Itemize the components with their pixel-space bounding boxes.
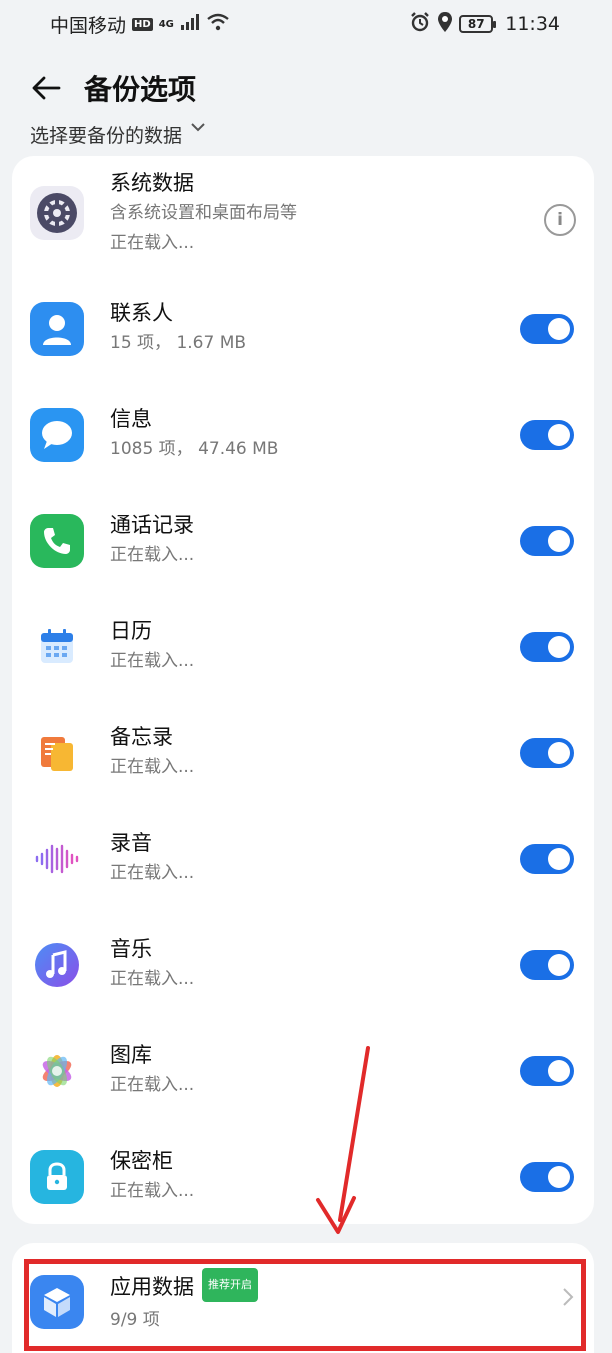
item-subtitle: 正在载入... — [110, 1181, 195, 1201]
messages-toggle[interactable] — [520, 420, 574, 450]
contacts-toggle[interactable] — [520, 314, 574, 344]
messages-text: 信息 1085 项， 47.46 MB — [110, 404, 278, 464]
music-icon — [30, 938, 84, 992]
list-item-calendar[interactable]: 日历 正在载入... — [12, 594, 594, 700]
notes-icon — [30, 726, 84, 780]
gallery-toggle[interactable] — [520, 1056, 574, 1086]
location-icon — [437, 11, 453, 38]
list-item-app-data[interactable]: 应用数据 推荐开启 9/9 项 — [12, 1243, 594, 1353]
music-toggle[interactable] — [520, 950, 574, 980]
item-subtitle: 正在载入... — [110, 1075, 195, 1095]
app-data-title: 应用数据 — [110, 1275, 194, 1299]
list-item-safe[interactable]: 保密柜 正在载入... — [12, 1124, 594, 1230]
item-title: 联系人 — [110, 301, 173, 325]
item-title: 音乐 — [110, 937, 152, 961]
notes-text: 备忘录 正在载入... — [110, 722, 194, 782]
list-item-recorder[interactable]: 录音 正在载入... — [12, 806, 594, 912]
item-title: 图库 — [110, 1043, 152, 1067]
status-bar: 中国移动 HD 4G 87 11:34 — [0, 0, 612, 48]
info-icon[interactable]: i — [544, 204, 576, 236]
list-item-contacts[interactable]: 联系人 15 项， 1.67 MB — [12, 276, 594, 382]
list-item-music[interactable]: 音乐 正在载入... — [12, 912, 594, 1018]
item-subtitle: 正在载入... — [110, 651, 195, 671]
phone-icon — [30, 514, 84, 568]
safe-text: 保密柜 正在载入... — [110, 1146, 194, 1206]
recorder-toggle[interactable] — [520, 844, 574, 874]
list-item-system-data[interactable]: 系统数据 含系统设置和桌面布局等 正在载入... i — [12, 160, 594, 276]
call-log-toggle[interactable] — [520, 526, 574, 556]
calendar-text: 日历 正在载入... — [110, 616, 194, 676]
battery-indicator: 87 — [459, 15, 497, 33]
status-time: 11:34 — [505, 13, 560, 35]
messages-icon — [30, 408, 84, 462]
page-title: 备份选项 — [84, 73, 197, 106]
calendar-toggle[interactable] — [520, 632, 574, 662]
item-subtitle: 正在载入... — [110, 969, 195, 989]
wifi-icon — [206, 13, 230, 36]
system-data-text: 系统数据 含系统设置和桌面布局等 正在载入... — [110, 168, 297, 258]
item-title: 通话记录 — [110, 513, 194, 537]
item-title: 保密柜 — [110, 1149, 173, 1173]
back-arrow-icon[interactable] — [28, 70, 64, 106]
list-item-gallery[interactable]: 图库 正在载入... — [12, 1018, 594, 1124]
recorder-text: 录音 正在载入... — [110, 828, 194, 888]
gallery-text: 图库 正在载入... — [110, 1040, 194, 1100]
item-subtitle: 9/9 项 — [110, 1310, 160, 1330]
chevron-down-icon — [190, 115, 206, 137]
system-data-icon — [30, 186, 84, 240]
gallery-icon — [30, 1044, 84, 1098]
item-subtitle: 含系统设置和桌面布局等 — [110, 203, 297, 223]
calendar-icon — [30, 620, 84, 674]
safe-toggle[interactable] — [520, 1162, 574, 1192]
notes-toggle[interactable] — [520, 738, 574, 768]
chevron-right-icon — [562, 1287, 574, 1311]
app-data-icon — [30, 1275, 84, 1329]
item-subtitle: 正在载入... — [110, 545, 195, 565]
item-title: 日历 — [110, 619, 152, 643]
list-item-notes[interactable]: 备忘录 正在载入... — [12, 700, 594, 806]
item-title: 信息 — [110, 407, 152, 431]
backup-items-card: 系统数据 含系统设置和桌面布局等 正在载入... i 联系人 15 项， 1.6… — [12, 156, 594, 1224]
status-right: 87 11:34 — [409, 11, 560, 38]
section-label-text: 选择要备份的数据 — [30, 124, 183, 147]
item-subtitle: 正在载入... — [110, 863, 195, 883]
contacts-icon — [30, 302, 84, 356]
signal-icon — [180, 13, 200, 35]
call-log-text: 通话记录 正在载入... — [110, 510, 194, 570]
item-title: 系统数据 — [110, 171, 194, 195]
status-left: 中国移动 HD 4G — [50, 11, 230, 38]
list-item-messages[interactable]: 信息 1085 项， 47.46 MB — [12, 382, 594, 488]
alarm-icon — [409, 11, 431, 38]
section-label[interactable]: 选择要备份的数据 — [30, 114, 206, 146]
item-status: 正在载入... — [110, 233, 195, 253]
list-item-call-log[interactable]: 通话记录 正在载入... — [12, 488, 594, 594]
item-subtitle: 15 项， 1.67 MB — [110, 333, 247, 353]
item-subtitle: 1085 项， 47.46 MB — [110, 439, 279, 459]
item-subtitle: 正在载入... — [110, 757, 195, 777]
item-title: 备忘录 — [110, 725, 173, 749]
hd-badge: HD — [132, 17, 153, 31]
app-data-text: 应用数据 推荐开启 9/9 项 — [110, 1268, 258, 1335]
network-type: 4G — [158, 18, 174, 30]
music-text: 音乐 正在载入... — [110, 934, 194, 994]
contacts-text: 联系人 15 项， 1.67 MB — [110, 298, 246, 358]
item-title: 录音 — [110, 831, 152, 855]
recommend-tag: 推荐开启 — [202, 1268, 258, 1302]
item-title: 应用数据 推荐开启 — [110, 1268, 258, 1305]
header: 备份选项 — [0, 62, 612, 114]
safe-icon — [30, 1150, 84, 1204]
recorder-icon — [30, 832, 84, 886]
carrier-name: 中国移动 — [50, 14, 127, 37]
